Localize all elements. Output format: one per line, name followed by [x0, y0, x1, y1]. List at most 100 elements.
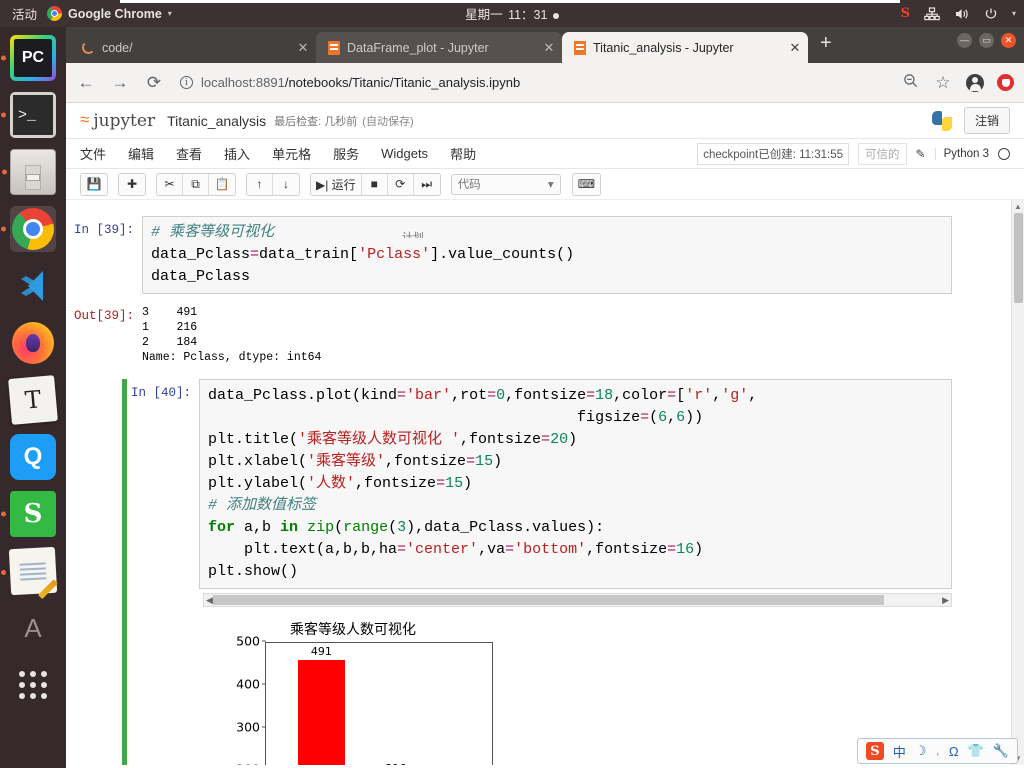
- cell-source-39[interactable]: # 乘客等级可视化 data_Pclass=data_train['Pclass…: [142, 216, 952, 294]
- cell-horizontal-scrollbar[interactable]: ◀ ▶: [203, 593, 952, 607]
- notebook-cell-39[interactable]: In [39]: # 乘客等级可视化 data_Pclass=data_trai…: [66, 216, 1024, 294]
- restart-kernel-button[interactable]: ⟳: [387, 173, 414, 195]
- edit-mode-pencil-icon: ✎: [915, 146, 926, 161]
- pencil-icon: [38, 579, 58, 600]
- url-path: /notebooks/Titanic/Titanic_analysis.ipyn…: [284, 75, 521, 90]
- page-scrollbar[interactable]: ▲ ▼: [1011, 200, 1024, 765]
- cell-prompt-in-39: In [39]:: [73, 223, 134, 237]
- dock-item-firefox[interactable]: [10, 320, 56, 366]
- close-window-button[interactable]: ✕: [1001, 33, 1016, 48]
- sogou-logo-icon[interactable]: S: [865, 742, 884, 760]
- last-checkpoint-label: 最后检查: 几秒前: [274, 115, 358, 128]
- punctuation-icon[interactable]: ˒: [936, 744, 940, 759]
- menu-file[interactable]: 文件: [80, 144, 106, 163]
- os-system-tray: S ▾: [901, 0, 1024, 27]
- cut-button[interactable]: ✂: [157, 173, 183, 195]
- sogou-tray-icon[interactable]: S: [901, 6, 910, 21]
- dock-item-wps-sheet[interactable]: S: [1, 491, 56, 537]
- scroll-right-arrow-icon[interactable]: ▶: [942, 595, 949, 606]
- copy-button[interactable]: ⧉: [183, 173, 209, 195]
- menu-kernel[interactable]: 服务: [333, 144, 359, 163]
- run-button[interactable]: ▶| 运行: [311, 173, 362, 195]
- page-scrollbar-thumb[interactable]: [1014, 213, 1023, 303]
- jupyter-toolbar: 💾 ✚ ✂ ⧉ 📋 ↑ ↓ ▶| 运行 ■ ⟳ ⏭ 代码 ▾ ⌨: [66, 169, 1024, 200]
- move-cell-down-button[interactable]: ↓: [273, 173, 299, 195]
- toolbar-group-insert: ✚: [118, 172, 146, 196]
- scroll-up-arrow-icon[interactable]: ▲: [1012, 200, 1024, 213]
- dock-item-files[interactable]: [2, 149, 56, 195]
- dock-item-chrome[interactable]: [1, 206, 56, 252]
- cell-source-40[interactable]: data_Pclass.plot(kind='bar',rot=0,fontsi…: [199, 379, 952, 589]
- dock-item-vscode[interactable]: [10, 263, 56, 309]
- symbol-icon[interactable]: Ω: [949, 744, 959, 759]
- moon-icon[interactable]: ☽: [915, 743, 927, 759]
- code-token: ,color: [613, 387, 668, 404]
- app-menu-chrome[interactable]: Google Chrome ▾: [47, 6, 172, 21]
- wrench-icon[interactable]: 🔧: [993, 743, 1009, 759]
- profile-avatar[interactable]: [966, 73, 984, 92]
- browser-tab-dataframe-plot[interactable]: DataFrame_plot - Jupyter ✕: [316, 32, 562, 63]
- dock-item-amnesia[interactable]: A: [10, 605, 56, 651]
- dock-item-typora[interactable]: T: [8, 375, 58, 425]
- jupyter-logo[interactable]: ≈ jupyter: [80, 111, 155, 131]
- notebook-body: 计划 In [39]: # 乘客等级可视化 data_Pclass=data_t…: [66, 200, 1024, 765]
- volume-icon[interactable]: [954, 7, 970, 21]
- scroll-left-arrow-icon[interactable]: ◀: [206, 595, 213, 606]
- close-icon[interactable]: ✕: [296, 40, 310, 56]
- address-bar[interactable]: i localhost:8891/notebooks/Titanic/Titan…: [178, 70, 886, 96]
- insert-cell-button[interactable]: ✚: [119, 173, 145, 195]
- close-icon[interactable]: ✕: [788, 40, 802, 56]
- menu-cell[interactable]: 单元格: [272, 144, 311, 163]
- paste-button[interactable]: 📋: [209, 173, 235, 195]
- menu-edit[interactable]: 编辑: [128, 144, 154, 163]
- network-icon[interactable]: [924, 6, 940, 21]
- power-icon[interactable]: [984, 7, 998, 21]
- code-token: 'bar': [406, 387, 452, 404]
- logout-button[interactable]: 注销: [963, 107, 1010, 134]
- code-token: '乘客等级': [307, 453, 386, 470]
- menu-view[interactable]: 查看: [176, 144, 202, 163]
- extension-icon[interactable]: [997, 74, 1014, 91]
- menu-insert[interactable]: 插入: [224, 144, 250, 163]
- command-palette-button[interactable]: ⌨: [572, 173, 601, 195]
- close-icon[interactable]: ✕: [542, 40, 556, 56]
- browser-tab-code[interactable]: code/ ✕: [70, 32, 316, 63]
- zoom-out-icon[interactable]: [900, 73, 920, 93]
- move-cell-up-button[interactable]: ↑: [247, 173, 273, 195]
- dock-item-youdao[interactable]: Q: [10, 434, 56, 480]
- code-token: in: [280, 519, 299, 536]
- jupyter-wordmark: jupyter: [93, 110, 156, 131]
- forward-icon[interactable]: →: [110, 73, 130, 93]
- minimize-button[interactable]: —: [957, 33, 972, 48]
- restart-run-all-button[interactable]: ⏭: [413, 173, 440, 195]
- maximize-button[interactable]: ▭: [979, 33, 994, 48]
- skin-icon[interactable]: 👕: [968, 743, 984, 759]
- back-icon[interactable]: ←: [76, 73, 96, 93]
- kernel-idle-icon: [998, 147, 1010, 160]
- stop-button[interactable]: ■: [361, 173, 388, 195]
- dock-item-notes[interactable]: [0, 546, 58, 600]
- activities-button[interactable]: 活动: [0, 4, 47, 23]
- menu-help[interactable]: 帮助: [450, 144, 476, 163]
- app-dock: PC >_ T Q S A: [0, 27, 66, 768]
- new-tab-button[interactable]: +: [808, 32, 844, 59]
- dock-item-show-applications[interactable]: [10, 662, 56, 708]
- tray-chevron-down-icon[interactable]: ▾: [1012, 9, 1016, 18]
- cell-type-select[interactable]: 代码 ▾: [450, 173, 561, 195]
- save-button[interactable]: 💾: [81, 173, 107, 195]
- browser-tab-titanic-analysis[interactable]: Titanic_analysis - Jupyter ✕: [562, 32, 808, 63]
- bookmark-star-icon[interactable]: ☆: [933, 73, 953, 93]
- dock-item-terminal[interactable]: >_: [1, 92, 56, 138]
- scrollbar-thumb[interactable]: [212, 595, 884, 605]
- ime-mode-toggle[interactable]: 中: [893, 742, 906, 761]
- vscode-icon: [21, 271, 43, 301]
- chrome-window: code/ ✕ DataFrame_plot - Jupyter ✕ Titan…: [66, 27, 1024, 768]
- running-indicator-dot: [2, 169, 7, 175]
- tab-strip: code/ ✕ DataFrame_plot - Jupyter ✕ Titan…: [66, 27, 1024, 63]
- notebook-name[interactable]: Titanic_analysis: [167, 113, 266, 129]
- dock-item-pycharm[interactable]: PC: [1, 35, 56, 81]
- notebook-cell-40[interactable]: In [40]: data_Pclass.plot(kind='bar',rot…: [122, 379, 1024, 765]
- site-info-icon[interactable]: i: [180, 76, 193, 89]
- reload-icon[interactable]: ⟳: [144, 73, 164, 93]
- menu-widgets[interactable]: Widgets: [381, 146, 428, 161]
